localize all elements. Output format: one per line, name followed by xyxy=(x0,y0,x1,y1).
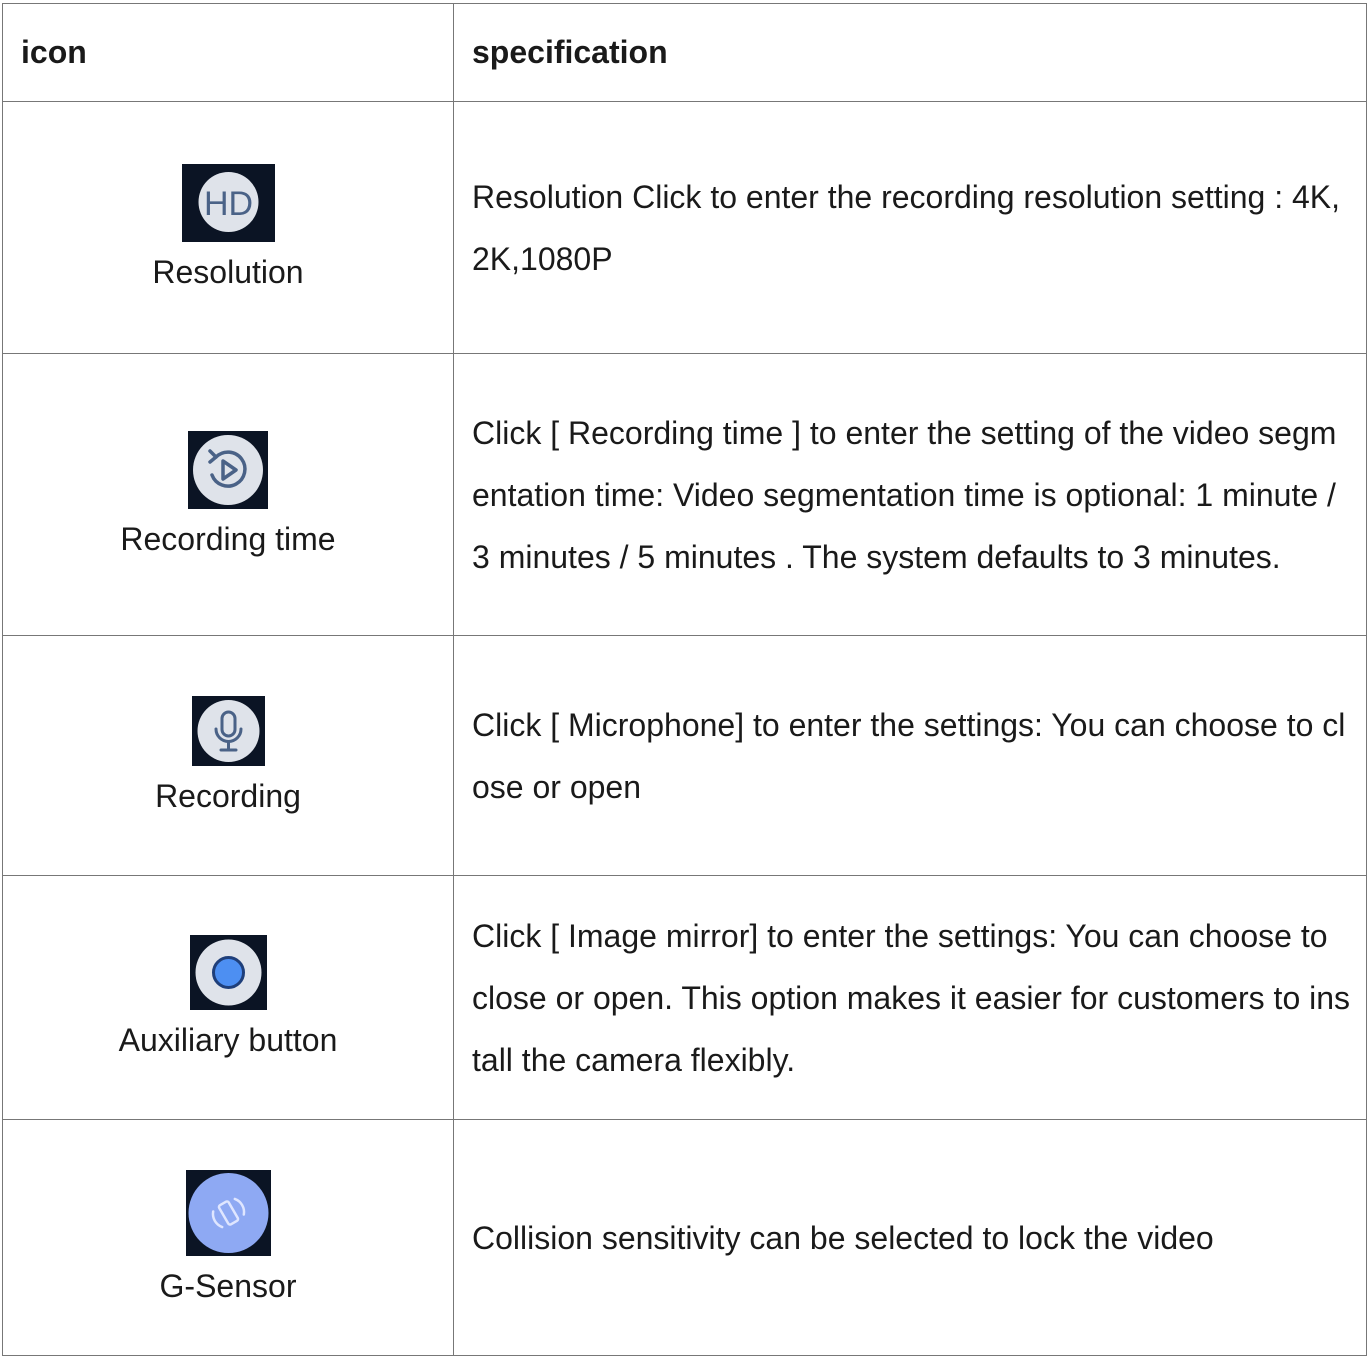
table-row: Recording Click [ Microphone] to enter t… xyxy=(2,635,1367,876)
spec-text: Collision sensitivity can be selected to… xyxy=(453,1119,1367,1356)
record-dot-icon[interactable] xyxy=(189,935,267,1010)
icon-label: Recording xyxy=(155,777,301,814)
rotate-sensor-icon[interactable] xyxy=(185,1169,271,1256)
header-row: icon specification xyxy=(2,3,1367,102)
spec-text: Click [ Recording time ] to enter the se… xyxy=(453,353,1367,636)
hd-icon-text: HD xyxy=(203,185,252,223)
header-spec-column: specification xyxy=(453,3,1367,102)
icon-label: Resolution xyxy=(152,253,304,290)
icon-cell: Recording time xyxy=(2,353,454,636)
icon-cell: HD Resolution xyxy=(2,101,454,354)
icon-label: G-Sensor xyxy=(159,1267,297,1304)
header-icon-column: icon xyxy=(2,3,454,102)
spec-text: Click [ Microphone] to enter the setting… xyxy=(453,635,1367,876)
table-row: G-Sensor Collision sensitivity can be se… xyxy=(2,1119,1367,1356)
icon-label: Recording time xyxy=(120,520,336,557)
microphone-icon[interactable] xyxy=(191,695,265,766)
icon-cell: Recording xyxy=(2,635,454,876)
spec-table: icon specification HD Resolution Resolut… xyxy=(2,3,1367,1356)
icon-cell: G-Sensor xyxy=(2,1119,454,1356)
spec-text: Click [ Image mirror] to enter the setti… xyxy=(453,875,1367,1120)
replay-timer-icon[interactable] xyxy=(188,430,268,509)
spec-text: Resolution Click to enter the recording … xyxy=(453,101,1367,354)
icon-cell: Auxiliary button xyxy=(2,875,454,1120)
table-row: HD Resolution Resolution Click to enter … xyxy=(2,101,1367,354)
table-row: Recording time Click [ Recording time ] … xyxy=(2,353,1367,636)
icon-label: Auxiliary button xyxy=(118,1022,338,1058)
hd-icon[interactable]: HD xyxy=(181,163,275,242)
table-row: Auxiliary button Click [ Image mirror] t… xyxy=(2,875,1367,1120)
